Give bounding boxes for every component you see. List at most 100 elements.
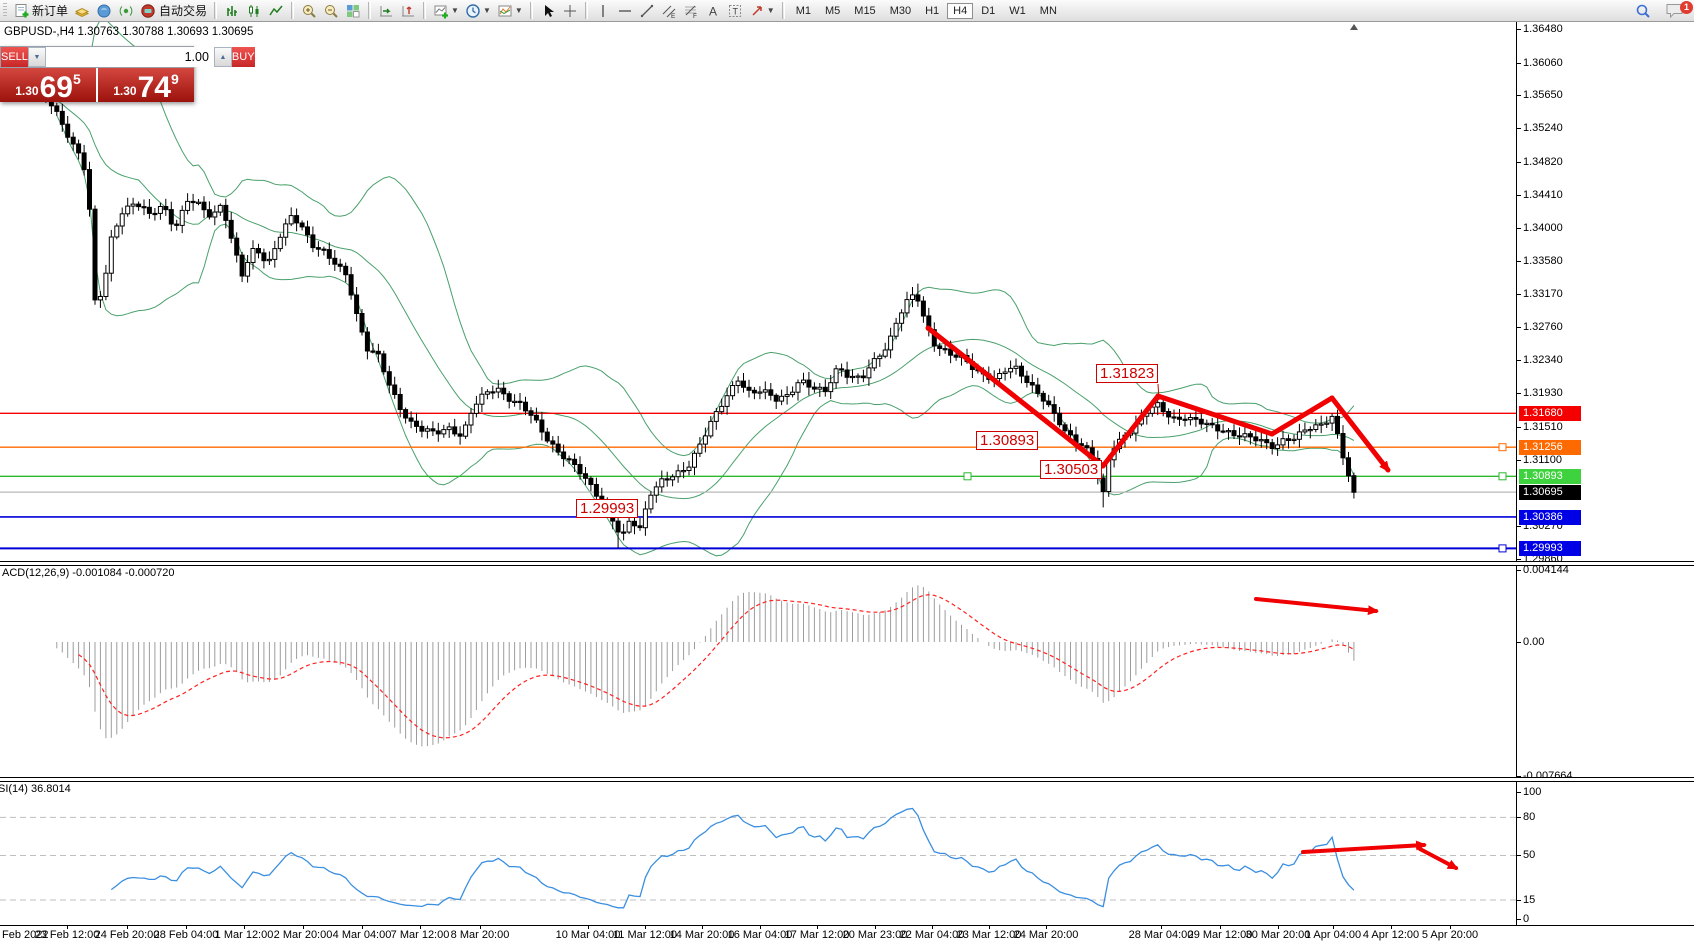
date-axis-label: 4 Mar 04:00 — [333, 929, 392, 941]
chat-button[interactable]: 1 — [1663, 2, 1687, 20]
tile-windows-button[interactable] — [343, 2, 363, 20]
buy-price-display[interactable]: 1.30 74 9 — [98, 68, 194, 102]
timeframe-button-w1[interactable]: W1 — [1003, 3, 1032, 19]
timeframe-button-mn[interactable]: MN — [1034, 3, 1063, 19]
text-label-button[interactable]: T — [725, 2, 745, 20]
trendline-button[interactable] — [637, 2, 657, 20]
tile-windows-icon — [345, 3, 361, 19]
periods-button[interactable]: ▼ — [463, 2, 493, 20]
text-label-icon: T — [727, 3, 743, 19]
price-axis-label: 1.31100 — [1523, 454, 1562, 466]
price-axis-tick — [1516, 228, 1521, 229]
sell-button[interactable]: SELL — [1, 47, 28, 67]
search-button[interactable] — [1632, 2, 1654, 20]
timeframe-button-m5[interactable]: M5 — [819, 3, 846, 19]
date-axis-label: 22 Mar 04:00 — [900, 929, 965, 941]
price-axis-tick — [1516, 195, 1521, 196]
vertical-line-button[interactable] — [593, 2, 613, 20]
new-order-button[interactable]: 新订单 — [11, 2, 70, 20]
line-chart-button[interactable] — [266, 2, 286, 20]
timeframe-button-m1[interactable]: M1 — [790, 3, 817, 19]
price-annotation-label[interactable]: 1.30893 — [976, 431, 1038, 450]
macd-indicator-label: ACD(12,26,9) -0.001084 -0.000720 — [2, 567, 174, 579]
crosshair-button[interactable] — [560, 2, 580, 20]
fibonacci-button[interactable]: F — [681, 2, 701, 20]
date-axis-label: 23 Feb 12:00 — [35, 929, 100, 941]
date-axis-label: 24 Feb 20:00 — [95, 929, 160, 941]
terminal-button[interactable] — [94, 2, 114, 20]
date-axis-tick — [702, 925, 703, 929]
price-axis-tick — [1516, 29, 1521, 30]
pane-separator[interactable] — [0, 777, 1694, 782]
date-axis-tick — [817, 925, 818, 929]
bar-chart-button[interactable] — [222, 2, 242, 20]
trendline-icon — [639, 3, 655, 19]
cursor-icon — [540, 3, 556, 19]
svg-text:E: E — [671, 13, 676, 19]
timeframe-button-m30[interactable]: M30 — [884, 3, 917, 19]
toolbar-separator — [291, 2, 294, 19]
rsi-axis-label: 80 — [1523, 811, 1535, 823]
price-axis-tick — [1516, 128, 1521, 129]
date-axis-tick — [1391, 925, 1392, 929]
price-annotation-label[interactable]: 1.29993 — [576, 499, 638, 518]
timeframe-button-d1[interactable]: D1 — [975, 3, 1001, 19]
date-axis-tick — [1450, 925, 1451, 929]
auto-scroll-button[interactable] — [376, 2, 396, 20]
price-axis-label: 1.34000 — [1523, 222, 1563, 234]
auto-scroll-icon — [378, 3, 394, 19]
timeframe-button-h4[interactable]: H4 — [947, 3, 973, 19]
price-axis-label: 1.36060 — [1523, 57, 1563, 69]
date-axis-tick — [1220, 925, 1221, 929]
date-axis-tick — [1161, 925, 1162, 929]
date-axis-label: 20 Mar 23:00 — [843, 929, 908, 941]
timeframe-button-m15[interactable]: M15 — [848, 3, 881, 19]
buy-button[interactable]: BUY — [232, 47, 255, 67]
volume-input[interactable] — [46, 47, 214, 67]
date-axis-tick — [186, 925, 187, 929]
zoom-out-icon — [323, 3, 339, 19]
date-axis-label: 14 Mar 20:00 — [670, 929, 735, 941]
price-axis-label: 1.34410 — [1523, 189, 1563, 201]
zoom-in-button[interactable] — [299, 2, 319, 20]
rsi-axis-tick — [1516, 919, 1521, 920]
signals-button[interactable] — [116, 2, 136, 20]
sell-price-display[interactable]: 1.30 69 5 — [0, 68, 96, 102]
price-axis-tick — [1516, 393, 1521, 394]
price-axis-tick — [1516, 95, 1521, 96]
date-axis-label: 2 Mar 20:00 — [274, 929, 333, 941]
price-axis-label: 1.35650 — [1523, 89, 1563, 101]
arrows-button[interactable]: ▼ — [747, 2, 777, 20]
cursor-button[interactable] — [538, 2, 558, 20]
new-chart-button[interactable]: ▼ — [431, 2, 461, 20]
horizontal-line-button[interactable] — [615, 2, 635, 20]
volume-decrease-button[interactable]: ▼ — [28, 47, 46, 67]
volume-increase-button[interactable]: ▲ — [214, 47, 232, 67]
equidistant-channel-button[interactable]: E — [659, 2, 679, 20]
templates-button[interactable]: ▼ — [495, 2, 525, 20]
trade-prices: 1.30 69 5 1.30 74 9 — [0, 68, 194, 102]
price-badge: 1.30893 — [1519, 469, 1581, 484]
chart-info-line: GBPUSD-,H4 1.30763 1.30788 1.30693 1.306… — [4, 26, 253, 38]
pane-separator[interactable] — [0, 561, 1694, 566]
price-axis-tick — [1516, 427, 1521, 428]
chart-shift-button[interactable] — [398, 2, 418, 20]
price-annotation-label[interactable]: 1.30503 — [1040, 460, 1102, 479]
text-icon: A — [705, 3, 721, 19]
toolbar-grip[interactable] — [3, 3, 7, 18]
zoom-out-button[interactable] — [321, 2, 341, 20]
rsi-indicator-label: SI(14) 36.8014 — [0, 783, 71, 795]
time-axis-line — [0, 925, 1694, 926]
date-axis-tick — [1046, 925, 1047, 929]
buy-price-big: 74 — [138, 74, 171, 101]
auto-trading-button[interactable]: 自动交易 — [138, 2, 209, 20]
date-axis-label: 17 Mar 12:00 — [785, 929, 850, 941]
chevron-down-icon: ▼ — [515, 6, 523, 15]
chart-shift-marker[interactable] — [1350, 24, 1358, 30]
metaeditor-button[interactable] — [72, 2, 92, 20]
timeframe-button-h1[interactable]: H1 — [919, 3, 945, 19]
rsi-axis-tick — [1516, 792, 1521, 793]
price-annotation-label[interactable]: 1.31823 — [1096, 364, 1158, 383]
candlestick-chart-button[interactable] — [244, 2, 264, 20]
text-button[interactable]: A — [703, 2, 723, 20]
